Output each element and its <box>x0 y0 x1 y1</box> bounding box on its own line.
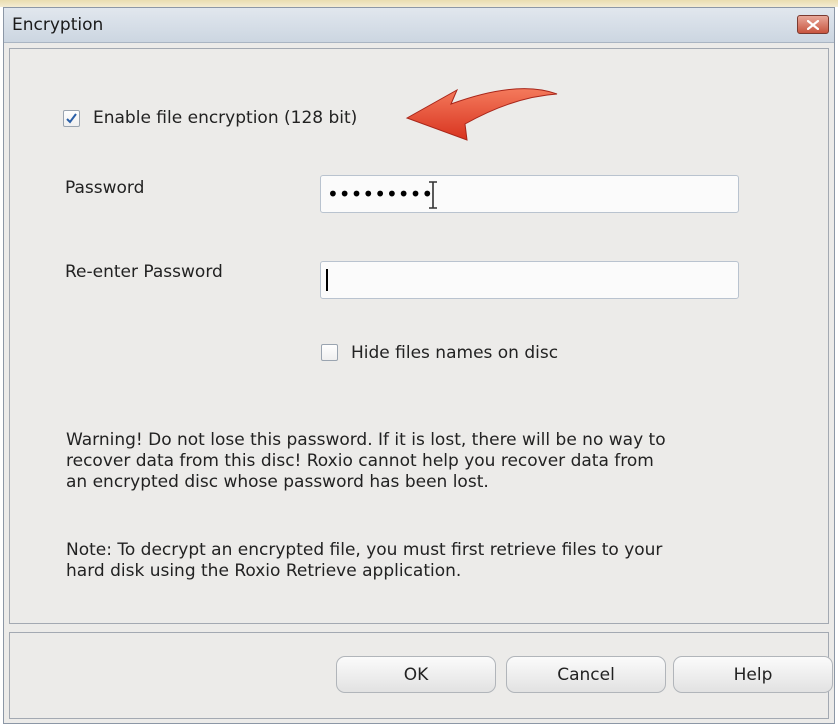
hide-names-checkbox[interactable] <box>321 344 338 361</box>
password-value: ••••••••• <box>327 182 434 206</box>
hide-names-label[interactable]: Hide files names on disc <box>351 343 558 363</box>
red-arrow-annotation <box>405 88 558 141</box>
reenter-password-field[interactable] <box>320 261 739 299</box>
warning-line: Warning! Do not lose this password. If i… <box>66 430 666 450</box>
password-label: Password <box>65 178 145 198</box>
checkmark-icon <box>66 113 77 124</box>
note-line: hard disk using the Roxio Retrieve appli… <box>66 561 462 581</box>
close-icon <box>807 19 819 30</box>
ok-button[interactable]: OK <box>336 656 496 693</box>
reenter-password-label: Re-enter Password <box>65 262 223 282</box>
text-cursor-icon <box>429 181 437 209</box>
title-bar[interactable]: Encryption <box>4 8 834 43</box>
warning-line: recover data from this disc! Roxio canno… <box>66 451 654 471</box>
window-title: Encryption <box>12 15 104 35</box>
password-field[interactable]: ••••••••• <box>320 175 739 213</box>
warning-line: an encrypted disc whose password has bee… <box>66 472 489 492</box>
close-button[interactable] <box>797 15 829 34</box>
note-text: Note: To decrypt an encrypted file, you … <box>66 540 662 582</box>
text-caret <box>326 269 328 291</box>
help-button[interactable]: Help <box>673 656 833 693</box>
warning-text: Warning! Do not lose this password. If i… <box>66 430 666 493</box>
enable-encryption-label[interactable]: Enable file encryption (128 bit) <box>93 108 357 128</box>
enable-encryption-checkbox[interactable] <box>63 110 80 127</box>
note-line: Note: To decrypt an encrypted file, you … <box>66 540 663 560</box>
background-strip <box>0 0 838 7</box>
cancel-button[interactable]: Cancel <box>506 656 666 693</box>
